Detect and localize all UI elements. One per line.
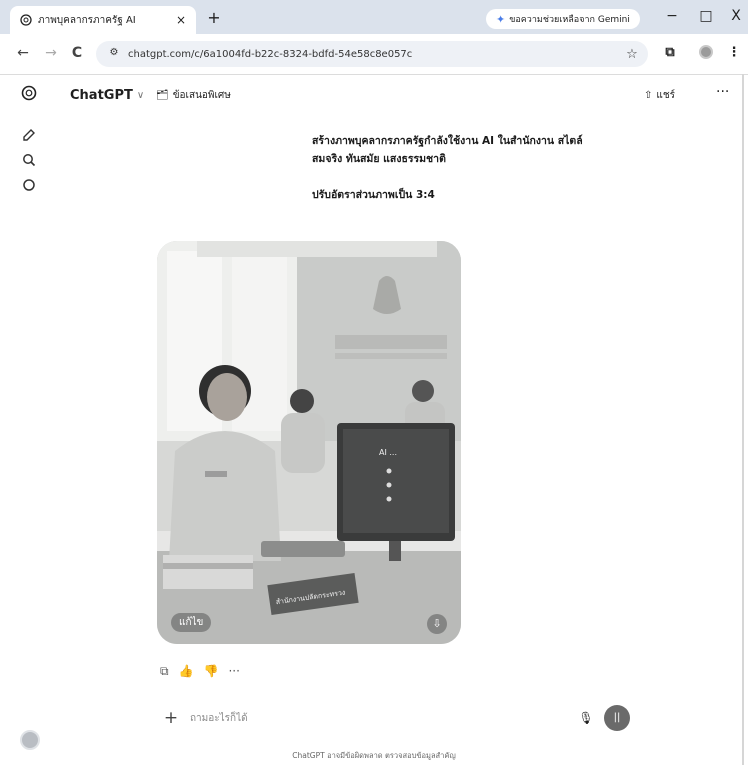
browser-tab-bar: ภาพบุคลากรภาครัฐ AI × + ✦ ขอความช่วยเหลื… <box>0 0 748 34</box>
gift-icon: 🗂 <box>156 90 169 101</box>
app-header: ChatGPT ∨ 🗂 ข้อเสนอพิเศษ ⇧ แชร์ ··· <box>56 74 748 118</box>
left-rail <box>0 74 56 765</box>
bookmark-star-icon[interactable]: ☆ <box>622 47 642 62</box>
voice-mode-button[interactable]: || <box>604 705 630 731</box>
user-avatar[interactable] <box>20 730 40 750</box>
image-edit-button[interactable]: แก้ไข <box>171 613 212 632</box>
search-icon[interactable] <box>20 151 38 169</box>
forward-button[interactable]: → <box>42 45 60 61</box>
gemini-sparkle-icon: ✦ <box>496 12 506 26</box>
office-scene-image: AI ... สำนักงานปลัดกระทรวง <box>157 241 461 644</box>
user-message-line: ปรับอัตราส่วนภาพเป็น 3:4 <box>312 189 435 201</box>
more-icon[interactable]: ··· <box>228 664 239 679</box>
generated-image[interactable]: AI ... สำนักงานปลัดกระทรวง แก้ไข ⇩ <box>157 241 461 644</box>
tab-title: ภาพบุคลากรภาครัฐ AI <box>38 14 136 26</box>
minimize-button[interactable]: − <box>660 8 684 24</box>
gemini-label: ขอความช่วยเหลือจาก Gemini <box>509 15 630 25</box>
offer-button[interactable]: 🗂 ข้อเสนอพิเศษ <box>156 88 231 103</box>
copy-icon[interactable]: ⧉ <box>160 664 169 679</box>
disclaimer-text: ChatGPT อาจมีข้อผิดพลาด ตรวจสอบข้อมูลสำค… <box>292 751 456 760</box>
site-info-icon[interactable]: ⚙ <box>106 47 122 61</box>
new-chat-icon[interactable] <box>20 126 38 144</box>
chatgpt-favicon-icon <box>20 14 32 26</box>
reload-button[interactable]: C <box>68 45 86 61</box>
download-icon[interactable]: ⇩ <box>427 614 447 634</box>
user-message: สร้างภาพบุคลากรภาครัฐกำลังใช้งาน AI ในสำ… <box>312 132 632 204</box>
user-message-line: สร้างภาพบุคลากรภาครัฐกำลังใช้งาน AI ในสำ… <box>312 135 583 147</box>
share-button[interactable]: ⇧ แชร์ <box>644 88 675 103</box>
offer-label: ข้อเสนอพิเศษ <box>172 90 231 101</box>
tab-close-icon[interactable]: × <box>172 13 190 27</box>
message-actions: ⧉ 👍 👎 ··· <box>160 664 240 679</box>
browser-tab[interactable]: ภาพบุคลากรภาครัฐ AI × <box>10 6 196 34</box>
attach-plus-icon[interactable]: + <box>160 708 182 728</box>
close-window-button[interactable]: X <box>724 8 748 24</box>
browser-menu-icon[interactable]: ⋮ <box>724 45 744 60</box>
address-bar[interactable]: ⚙ chatgpt.com/c/6a1004fd-b22c-8324-bdfd-… <box>96 41 648 67</box>
new-tab-button[interactable]: + <box>204 8 224 27</box>
thumbs-down-icon[interactable]: 👎 <box>204 664 219 679</box>
maximize-button[interactable]: □ <box>694 8 718 24</box>
browser-toolbar: ← → C ⚙ chatgpt.com/c/6a1004fd-b22c-8324… <box>0 34 748 75</box>
chevron-down-icon: ∨ <box>136 90 145 101</box>
chatgpt-app: ChatGPT ∨ 🗂 ข้อเสนอพิเศษ ⇧ แชร์ ··· สร้า… <box>0 74 748 765</box>
thumbs-up-icon[interactable]: 👍 <box>179 664 194 679</box>
gemini-button[interactable]: ✦ ขอความช่วยเหลือจาก Gemini <box>486 9 640 29</box>
prompt-input[interactable]: ถามอะไรก็ได้ <box>190 711 576 726</box>
microphone-icon[interactable]: 🎙 <box>576 711 596 725</box>
screen-text: AI ... <box>379 448 397 457</box>
tab-search-icon[interactable]: ⧉ <box>660 45 680 60</box>
more-options-icon[interactable]: ··· <box>716 84 729 100</box>
library-icon[interactable] <box>20 176 38 194</box>
back-button[interactable]: ← <box>14 45 32 61</box>
share-icon: ⇧ <box>644 90 653 101</box>
user-message-line: สมจริง ทันสมัย แสงธรรมชาติ <box>312 153 446 165</box>
model-name: ChatGPT <box>70 88 133 103</box>
composer: + ถามอะไรก็ได้ 🎙 || <box>150 698 640 738</box>
chatgpt-logo-icon[interactable] <box>20 84 38 102</box>
scrollbar[interactable] <box>742 74 744 765</box>
model-switcher[interactable]: ChatGPT ∨ <box>70 88 144 103</box>
profile-avatar[interactable] <box>696 45 716 63</box>
share-label: แชร์ <box>656 90 675 101</box>
url-text[interactable]: chatgpt.com/c/6a1004fd-b22c-8324-bdfd-54… <box>128 49 622 60</box>
